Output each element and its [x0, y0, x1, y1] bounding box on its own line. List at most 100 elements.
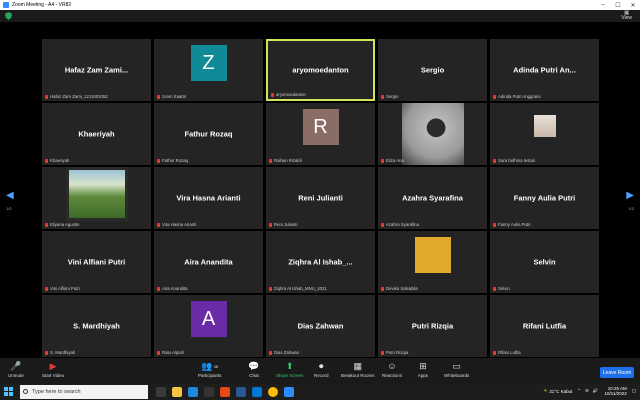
start-video-button[interactable]: ▶ Start Video [42, 361, 64, 379]
participant-label: Devika Salsabila [381, 286, 418, 291]
participant-label: Reni Julianti [269, 222, 297, 227]
participant-label-text: Sara fadhma lestari [498, 158, 536, 163]
muted-mic-icon [493, 286, 496, 291]
participant-tile[interactable]: Eliyana Agustin [42, 167, 151, 229]
participant-tile[interactable]: A Ratu Alpiah [154, 295, 263, 357]
mail-icon[interactable] [252, 387, 262, 397]
muted-mic-icon [381, 94, 384, 99]
office-icon[interactable] [220, 387, 230, 397]
share-screen-button[interactable]: ⬆ Share Screen [276, 361, 304, 379]
muted-mic-icon [271, 92, 274, 97]
participant-avatar: A [190, 301, 227, 337]
notifications-icon[interactable]: ▢ [632, 388, 636, 394]
view-button[interactable]: ▦ View [621, 11, 632, 21]
participant-label: aryomoedanton [271, 92, 306, 97]
participant-tile[interactable]: R Raihan Rizaldi [266, 103, 375, 165]
record-button[interactable]: ⏺ Record [314, 361, 329, 379]
participant-label: Vira Hasna Arianti [157, 222, 196, 227]
zoom-taskbar-icon[interactable] [284, 387, 294, 397]
participant-tile[interactable]: Adinda Putri An... Adinda Putri Anggraini [490, 39, 599, 101]
whiteboards-button[interactable]: ▭ Whiteboards [444, 360, 469, 379]
participant-label-text: Sergio [386, 94, 399, 99]
participant-label: Sara fadhma lestari [493, 158, 535, 163]
file-explorer-icon[interactable] [172, 387, 182, 397]
participant-tile[interactable]: aryomoedanton aryomoedanton [266, 39, 375, 101]
participant-label: Eliza Ana [381, 158, 404, 163]
participant-tile[interactable]: Zzoom Eaa04 [154, 39, 263, 101]
close-icon[interactable]: ✕ [626, 0, 640, 10]
maximize-icon[interactable]: ☐ [611, 0, 625, 10]
apps-button[interactable]: ⊞ Apps [417, 361, 429, 379]
participant-label-text: Fathur Rozaq [162, 158, 189, 163]
whiteboard-icon: ▭ [452, 360, 461, 371]
unmute-button[interactable]: 🎤 Unmute [8, 361, 24, 379]
participant-name: Adinda Putri An... [513, 65, 576, 75]
participant-label-text: Vira Hasna Arianti [162, 222, 197, 227]
participant-tile[interactable]: Sergio Sergio [378, 39, 487, 101]
volume-icon[interactable]: 🔊 [593, 388, 599, 394]
taskbar-search-input[interactable]: Type here to search [20, 385, 148, 399]
participant-label-text: Eliza Ana [386, 158, 404, 163]
breakout-rooms-icon: ▦ [353, 360, 362, 371]
edge-icon[interactable] [188, 387, 198, 397]
participant-tile[interactable]: Vira Hasna Arianti Vira Hasna Arianti [154, 167, 263, 229]
participant-tile[interactable]: Hafaz Zam Zami... Hafaz Zam Zami_12110010… [42, 39, 151, 101]
participant-tile[interactable]: Selvin Selvin [490, 231, 599, 293]
participant-video-photo [533, 115, 556, 137]
participant-label: Khaeriyah [45, 158, 69, 163]
participant-name: Hafaz Zam Zami... [64, 65, 129, 75]
breakout-rooms-button[interactable]: ▦ Breakout Rooms [341, 360, 375, 379]
participant-label-text: Adinda Putri Anggraini [498, 94, 541, 99]
participant-label-text: Eliyana Agustin [50, 222, 80, 227]
chat-button[interactable]: 💬 Chat [248, 361, 260, 379]
participant-avatar: R [302, 109, 339, 145]
windows-start-icon[interactable] [4, 387, 14, 397]
muted-mic-icon [493, 158, 496, 163]
muted-mic-icon [493, 94, 496, 99]
word-icon[interactable] [236, 387, 246, 397]
participant-name: Dias Zahwan [297, 321, 344, 331]
participant-tile[interactable]: S. Mardhiyah S. Mardhiyah [42, 295, 151, 357]
participant-tile[interactable]: Eliza Ana [378, 103, 487, 165]
participant-tile[interactable]: Khaeriyah Khaeriyah [42, 103, 151, 165]
muted-mic-icon [269, 286, 272, 291]
tray-chevron-icon[interactable]: ⌃ [577, 388, 581, 394]
participant-tile[interactable]: Sara fadhma lestari [490, 103, 599, 165]
participant-tile[interactable]: Putri Rizqia Putri Rizqia [378, 295, 487, 357]
participant-tile[interactable]: Rifani Lutfia Rifani Lutfia [490, 295, 599, 357]
participant-tile[interactable]: Dias Zahwan Dias Zahwan [266, 295, 375, 357]
meeting-controls: 🎤 Unmute ▶ Start Video 👥 38 Participants … [0, 358, 640, 384]
participants-count: 38 [213, 363, 219, 369]
participant-tile[interactable]: Fanny Aulia Putri Fanny Aulia Putri [490, 167, 599, 229]
participant-tile[interactable]: Azahra Syarafina Azahra Syarafina [378, 167, 487, 229]
muted-mic-icon [493, 350, 496, 355]
task-view-icon[interactable] [156, 387, 166, 397]
leave-room-button[interactable]: Leave Room [600, 367, 634, 378]
participant-label-text: Khaeriyah [50, 158, 70, 163]
zoom-app-icon [3, 2, 9, 8]
participant-tile[interactable]: Reni Julianti Reni Julianti [266, 167, 375, 229]
participant-name: Selvin [533, 257, 556, 267]
muted-mic-icon [45, 94, 48, 99]
security-shield-icon[interactable] [5, 12, 12, 20]
participant-tile[interactable]: Fathur Rozaq Fathur Rozaq [154, 103, 263, 165]
reactions-button[interactable]: ☺ Reactions [382, 361, 402, 378]
participants-button[interactable]: 👥 38 Participants [198, 361, 222, 379]
participant-tile[interactable]: Aira Anandita Aira Anandita [154, 231, 263, 293]
meeting-topbar: ▦ View [0, 10, 640, 22]
muted-mic-icon [157, 222, 160, 227]
taskbar-clock[interactable]: 10:25 AM 10/11/2022 [605, 386, 627, 396]
wifi-icon[interactable]: ≋ [585, 388, 589, 394]
participant-tile[interactable]: Devika Salsabila [378, 231, 487, 293]
store-icon[interactable] [204, 387, 214, 397]
next-page-icon[interactable]: ▶ [626, 190, 634, 201]
participant-tile[interactable]: Ziqhra Al Ishab_... Ziqhra Al Ishab_MNU_2… [266, 231, 375, 293]
chrome-icon[interactable] [268, 387, 278, 397]
participant-label-text: Devika Salsabila [386, 286, 418, 291]
window-title: Zoom Meeting - A4 - VR82 [12, 2, 72, 8]
muted-mic-icon [157, 350, 160, 355]
participant-tile[interactable]: Vini Alfiani Putri Vini Alfiani Putri [42, 231, 151, 293]
participant-name: Putri Rizqia [411, 321, 454, 331]
minimize-icon[interactable]: – [596, 0, 610, 10]
prev-page-icon[interactable]: ◀ [6, 190, 14, 201]
